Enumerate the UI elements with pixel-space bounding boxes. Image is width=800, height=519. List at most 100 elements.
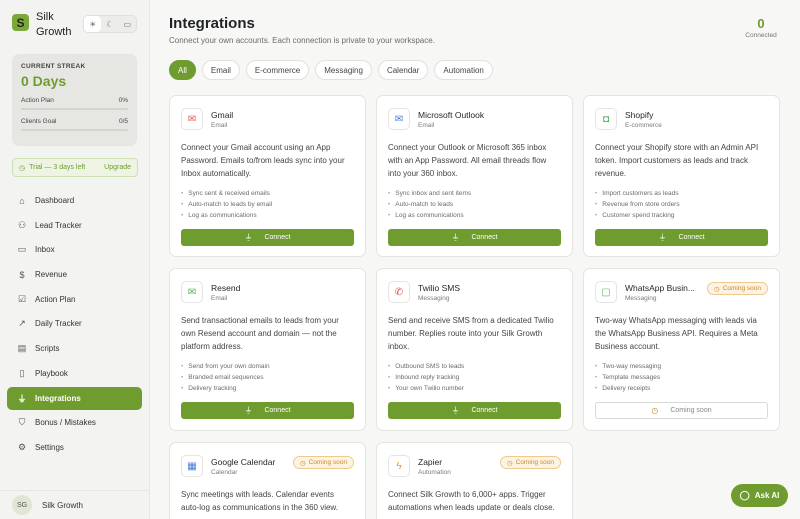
integration-category: Messaging <box>418 295 450 302</box>
plug-icon: ⏚ <box>451 233 460 242</box>
app-name: Silk Growth <box>36 10 71 40</box>
mail-icon: ✉ <box>181 108 203 130</box>
feature-item: Auto-match to leads by email <box>181 199 354 210</box>
plug-icon: ⏚ <box>244 233 253 242</box>
sidebar-item-playbook[interactable]: ▯ Playbook <box>7 362 142 385</box>
chat-icon: ▤ <box>17 343 27 354</box>
app-name-line1: Silk <box>36 11 54 23</box>
goal-row: Clients Goal 0/5 <box>21 118 128 125</box>
app-name-line2: Growth <box>36 26 72 38</box>
filter-automation[interactable]: Automation <box>434 60 493 80</box>
clock-icon: ◷ <box>19 164 26 172</box>
goal-progress-bar <box>21 129 128 131</box>
integration-card-whatsapp: ▢ WhatsApp Busin... Messaging ◷ Coming so… <box>583 268 780 431</box>
sidebar-item-inbox[interactable]: ▭ Inbox <box>7 238 142 261</box>
feature-item: Customer spend tracking <box>595 210 768 221</box>
connect-button[interactable]: ⏚ Connect <box>388 229 561 246</box>
badge-label: Coming soon <box>722 285 761 292</box>
badge-label: Coming soon <box>308 459 347 466</box>
integration-name: Microsoft Outlook <box>418 110 485 120</box>
sidebar-item-revenue[interactable]: $ Revenue <box>7 263 142 286</box>
feature-item: Revenue from store orders <box>595 199 768 210</box>
sidebar-item-dashboard[interactable]: ⌂ Dashboard <box>7 189 142 212</box>
connect-button[interactable]: ⏚ Connect <box>388 402 561 419</box>
sidebar-item-daily-tracker[interactable]: ↗ Daily Tracker <box>7 312 142 335</box>
feature-item: Template messages <box>595 372 768 383</box>
integration-description: Send and receive SMS from a dedicated Tw… <box>388 316 554 351</box>
connect-button[interactable]: ⏚ Connect <box>181 402 354 419</box>
button-label: Connect <box>471 234 498 241</box>
filter-e-commerce[interactable]: E-commerce <box>245 60 310 80</box>
phone-icon: ✆ <box>388 281 410 303</box>
integration-card-google-calendar: ▦ Google Calendar Calendar ◷ Coming soon … <box>169 442 366 519</box>
clock-icon: ◷ <box>507 459 513 467</box>
connect-button[interactable]: ⏚ Connect <box>181 229 354 246</box>
feature-item: Log as communications <box>181 210 354 221</box>
integration-name: Zapier <box>418 457 443 467</box>
sidebar-item-integrations[interactable]: ⏚ Integrations <box>7 386 142 410</box>
integration-card-zapier: ϟ Zapier Automation ◷ Coming soon Connect… <box>376 442 573 519</box>
feature-item: Delivery receipts <box>595 383 768 394</box>
sidebar-item-scripts[interactable]: ▤ Scripts <box>7 337 142 360</box>
button-label: Connect <box>264 407 291 414</box>
integration-category: Email <box>211 122 228 129</box>
integration-card-resend: ✉ Resend Email Send transactional emails… <box>169 268 366 431</box>
upgrade-link[interactable]: Upgrade <box>104 164 131 171</box>
shopping-bag-icon: ◘ <box>595 108 617 130</box>
feature-item: Inbound reply tracking <box>388 372 561 383</box>
monitor-icon[interactable]: ▭ <box>119 16 136 32</box>
plug-icon: ⏚ <box>451 406 460 415</box>
mail-icon: ✉ <box>388 108 410 130</box>
sun-icon[interactable]: ☀ <box>84 16 102 32</box>
filter-all[interactable]: All <box>169 60 196 80</box>
zap-icon: ϟ <box>388 455 410 477</box>
sidebar-item-lead-tracker[interactable]: ⚇ Lead Tracker <box>7 214 142 237</box>
page-title: Integrations <box>169 15 255 32</box>
filter-messaging[interactable]: Messaging <box>315 60 372 80</box>
integration-category: Messaging <box>625 295 657 302</box>
category-filters: All Email E-commerce Messaging Calendar … <box>169 60 499 80</box>
sidebar-item-label: Settings <box>35 442 64 452</box>
ask-ai-button[interactable]: ◯ Ask AI <box>731 484 788 507</box>
ask-ai-label: Ask AI <box>754 491 780 500</box>
filter-email[interactable]: Email <box>201 60 240 80</box>
sidebar-item-label: Lead Tracker <box>35 220 82 230</box>
filter-calendar[interactable]: Calendar <box>377 60 429 80</box>
coming-soon-button: ◷ Coming soon <box>595 402 768 419</box>
integration-card-outlook: ✉ Microsoft Outlook Email Connect your O… <box>376 95 573 257</box>
sidebar-item-label: Dashboard <box>35 196 75 205</box>
integration-name: WhatsApp Busin... <box>625 283 695 293</box>
feature-item: Branded email sequences <box>181 372 354 383</box>
feature-list: Two-way messaging Template messages Deli… <box>595 361 768 394</box>
integration-category: Email <box>418 122 435 129</box>
button-label: Connect <box>678 234 705 241</box>
integration-description: Connect Silk Growth to 6,000+ apps. Trig… <box>388 490 555 512</box>
brand[interactable]: S Silk Growth <box>12 10 71 40</box>
sidebar-item-label: Bonus / Mistakes <box>35 418 96 428</box>
sidebar: S Silk Growth ☀ ☾ ▭ CURRENT STREAK 0 Day… <box>0 0 150 519</box>
theme-switcher: ☀ ☾ ▭ <box>83 15 137 33</box>
feature-list: Outbound SMS to leads Inbound reply trac… <box>388 361 561 394</box>
app-logo: S <box>12 14 29 31</box>
gear-icon: ⚙ <box>17 441 27 452</box>
moon-icon[interactable]: ☾ <box>101 16 118 32</box>
sidebar-item-action-plan[interactable]: ☑ Action Plan <box>7 288 142 311</box>
connect-button[interactable]: ⏚ Connect <box>595 229 768 246</box>
user-name: Silk Growth <box>42 500 83 510</box>
coming-soon-badge: ◷ Coming soon <box>707 282 768 295</box>
integration-card-shopify: ◘ Shopify E-commerce Connect your Shopif… <box>583 95 780 257</box>
sidebar-item-label: Playbook <box>35 368 68 378</box>
plug-icon: ⏚ <box>658 233 667 242</box>
mail-icon: ✉ <box>181 281 203 303</box>
page-subtitle: Connect your own accounts. Each connecti… <box>169 36 435 45</box>
sidebar-item-settings[interactable]: ⚙ Settings <box>7 436 142 459</box>
sidebar-item-label: Inbox <box>35 245 55 255</box>
main-content: Integrations Connect your own accounts. … <box>150 0 800 519</box>
user-profile[interactable]: SG Silk Growth <box>0 490 150 519</box>
sidebar-item-label: Revenue <box>35 270 68 280</box>
connected-counter: 0 Connected <box>741 16 781 39</box>
sidebar-item-bonus-mistakes[interactable]: ⛉ Bonus / Mistakes <box>7 411 142 434</box>
feature-item: Log as communications <box>388 210 561 221</box>
sidebar-item-label: Action Plan <box>35 294 76 304</box>
integration-card-gmail: ✉ Gmail Email Connect your Gmail account… <box>169 95 366 257</box>
